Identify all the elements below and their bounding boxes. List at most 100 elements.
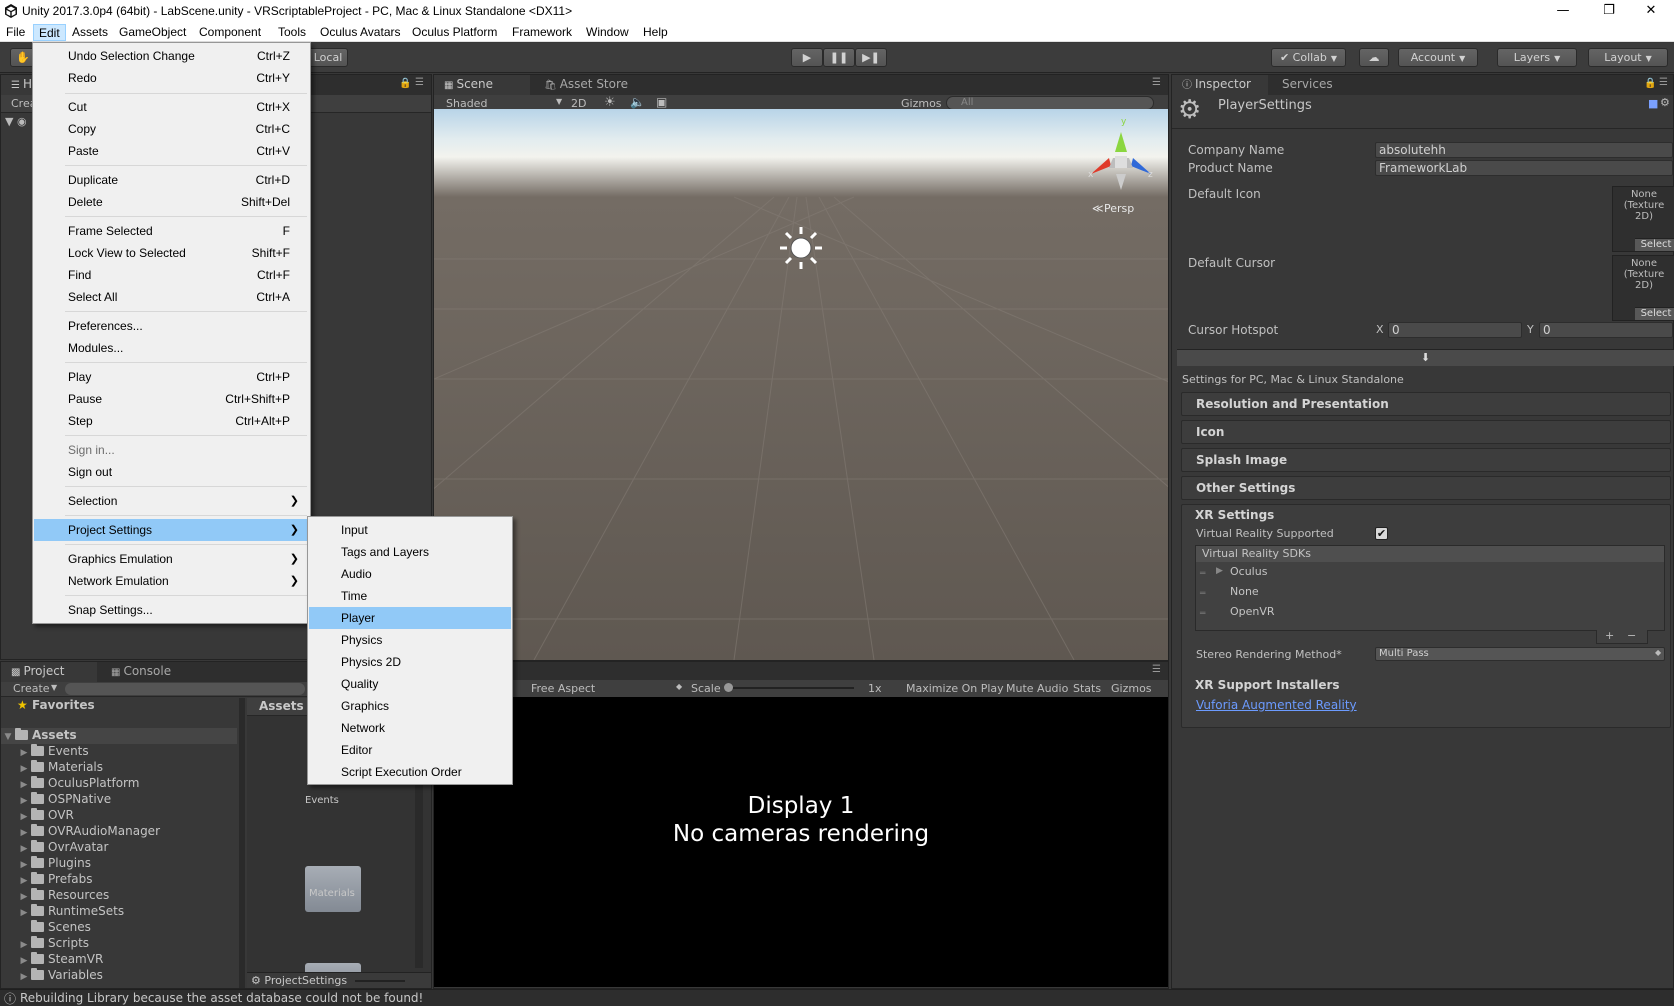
favorites-row[interactable]: ★ Favorites (17, 698, 95, 714)
menu-item-lock-view[interactable]: Lock View to Selected Shift+F (34, 242, 309, 264)
menu-item-network-emulation[interactable]: Network Emulation ❯ (34, 570, 309, 592)
drag-handle-icon[interactable]: ═ (1200, 569, 1205, 579)
panel-menu-icon[interactable]: ☰ (1152, 664, 1161, 675)
submenu-item-physics-2d[interactable]: Physics 2D (309, 651, 511, 673)
tree-folder-row[interactable]: ▶ OvrAvatar (17, 840, 108, 856)
submenu-item-physics[interactable]: Physics (309, 629, 511, 651)
vr-sdk-item[interactable]: Oculus (1230, 565, 1267, 578)
tree-folder-row[interactable]: ▶ Prefabs (17, 872, 93, 888)
orientation-gizmo[interactable] (1091, 132, 1151, 190)
tab-scene[interactable]: ▦ Scene (434, 75, 530, 95)
menu-item-project-settings[interactable]: Project Settings ❯ (34, 519, 309, 541)
menu-oculus-platform[interactable]: Oculus Platform (407, 24, 502, 41)
menu-item-modules[interactable]: Modules... (34, 337, 309, 359)
submenu-item-graphics[interactable]: Graphics (309, 695, 511, 717)
select-button[interactable]: Select (1635, 307, 1674, 320)
menu-item-play[interactable]: Play Ctrl+P (34, 366, 309, 388)
xr-settings-header[interactable]: XR Settings (1195, 508, 1274, 522)
submenu-item-editor[interactable]: Editor (309, 739, 511, 761)
submenu-item-player[interactable]: Player (309, 607, 511, 629)
menu-item-delete[interactable]: Delete Shift+Del (34, 191, 309, 213)
menu-item-selection[interactable]: Selection ❯ (34, 490, 309, 512)
tab-console[interactable]: ▦ Console (101, 662, 181, 682)
hotspot-x-field[interactable]: 0 (1388, 322, 1522, 338)
audio-toggle-icon[interactable]: 🔈 (630, 95, 645, 109)
scene-viewport[interactable]: y x z ≪ Persp (434, 109, 1168, 660)
tree-folder-row[interactable]: ▶ Plugins (17, 856, 91, 872)
effects-toggle-icon[interactable]: ▣ (656, 95, 667, 109)
submenu-item-audio[interactable]: Audio (309, 563, 511, 585)
vr-sdk-item[interactable]: None (1230, 585, 1259, 598)
menu-item-step[interactable]: Step Ctrl+Alt+P (34, 410, 309, 432)
tab-asset-store[interactable]: 🛍 Asset Store (534, 75, 638, 95)
restore-icon[interactable]: ❐ (1586, 0, 1632, 22)
menu-item-find[interactable]: Find Ctrl+F (34, 264, 309, 286)
menu-item-graphics-emulation[interactable]: Graphics Emulation ❯ (34, 548, 309, 570)
default-cursor-slot[interactable]: None (Texture 2D) Select (1612, 255, 1674, 321)
maximize-on-play-toggle[interactable]: Maximize On Play (906, 682, 1004, 695)
menu-window[interactable]: Window (581, 24, 634, 41)
zoom-slider[interactable] (355, 980, 405, 982)
scale-slider-track[interactable] (726, 687, 854, 689)
add-icon[interactable]: + (1605, 630, 1614, 642)
menu-assets[interactable]: Assets (67, 24, 113, 41)
tree-scrollbar[interactable] (239, 698, 245, 988)
menu-gameobject[interactable]: GameObject (114, 24, 191, 41)
menu-item-cut[interactable]: Cut Ctrl+X (34, 96, 309, 118)
mute-audio-toggle[interactable]: Mute Audio (1006, 682, 1068, 695)
expand-arrow-icon[interactable]: ▶ (1216, 566, 1223, 576)
vr-sdk-item[interactable]: OpenVR (1230, 605, 1275, 618)
persp-label[interactable]: Persp (1104, 202, 1134, 215)
game-viewport[interactable]: Display 1 No cameras rendering (434, 697, 1168, 987)
aspect-dropdown[interactable]: Free Aspect (531, 682, 595, 695)
hotspot-y-field[interactable]: 0 (1539, 322, 1673, 338)
assets-root-row[interactable]: ▼ Assets (1, 728, 237, 744)
tab-project[interactable]: ▩ Project (1, 662, 97, 682)
pause-button[interactable]: ❚❚ (823, 48, 855, 67)
tree-folder-row[interactable]: Scenes (17, 920, 91, 936)
stereo-method-dropdown[interactable]: Multi Pass (1375, 647, 1665, 661)
menu-item-select-all[interactable]: Select All Ctrl+A (34, 286, 309, 308)
scene-search-input[interactable]: All (946, 96, 1154, 110)
drag-handle-icon[interactable]: ═ (1200, 609, 1205, 619)
play-button[interactable]: ▶ (791, 48, 823, 67)
menu-item-paste[interactable]: Paste Ctrl+V (34, 140, 309, 162)
company-name-field[interactable]: absolutehh (1375, 142, 1673, 158)
scene-root-row[interactable]: ▼ ◉ (5, 115, 27, 128)
minimize-icon[interactable]: — (1540, 0, 1586, 22)
component-gear-icon[interactable]: ⚙ (1660, 96, 1670, 109)
menu-help[interactable]: Help (638, 24, 673, 41)
menu-edit[interactable]: Edit (33, 24, 66, 41)
tree-folder-row[interactable]: ▶ RuntimeSets (17, 904, 124, 920)
cloud-button[interactable]: ☁ (1359, 48, 1389, 67)
menu-oculus-avatars[interactable]: Oculus Avatars (315, 24, 405, 41)
product-name-field[interactable]: FrameworkLab (1375, 160, 1673, 176)
tree-folder-row[interactable]: ▶ OculusPlatform (17, 776, 139, 792)
lock-icon[interactable]: 🔒 (1644, 78, 1656, 89)
game-gizmos-dropdown[interactable]: Gizmos (1111, 682, 1152, 695)
help-book-icon[interactable]: ■ (1648, 97, 1658, 110)
drag-handle-icon[interactable]: ═ (1200, 589, 1205, 599)
section-splash-image[interactable]: Splash Image (1181, 448, 1671, 472)
menu-item-copy[interactable]: Copy Ctrl+C (34, 118, 309, 140)
tree-folder-row[interactable]: ▶ Scripts (17, 936, 89, 952)
tree-folder-row[interactable]: ▶ Materials (17, 760, 103, 776)
default-icon-slot[interactable]: None (Texture 2D) Select (1612, 186, 1674, 252)
section-resolution[interactable]: Resolution and Presentation (1181, 392, 1671, 416)
menu-component[interactable]: Component (194, 24, 266, 41)
layers-dropdown[interactable]: Layers ▼ (1497, 48, 1577, 67)
tree-folder-row[interactable]: ▶ OSPNative (17, 792, 111, 808)
close-icon[interactable]: ✕ (1628, 0, 1674, 22)
tree-folder-row[interactable]: ▶ OVRAudioManager (17, 824, 160, 840)
vr-supported-checkbox[interactable]: ✔ (1375, 527, 1388, 540)
menu-item-preferences[interactable]: Preferences... (34, 315, 309, 337)
section-icon[interactable]: Icon (1181, 420, 1671, 444)
menu-item-frame-selected[interactable]: Frame Selected F (34, 220, 309, 242)
submenu-item-tags-layers[interactable]: Tags and Layers (309, 541, 511, 563)
tree-folder-row[interactable]: ▶ Events (17, 744, 89, 760)
tree-folder-row[interactable]: ▶ OVR (17, 808, 74, 824)
menu-item-sign-out[interactable]: Sign out (34, 461, 309, 483)
menu-item-undo[interactable]: Undo Selection Change Ctrl+Z (34, 45, 309, 67)
project-search-input[interactable] (65, 683, 305, 695)
panel-menu-icon[interactable]: ☰ (1152, 77, 1161, 88)
